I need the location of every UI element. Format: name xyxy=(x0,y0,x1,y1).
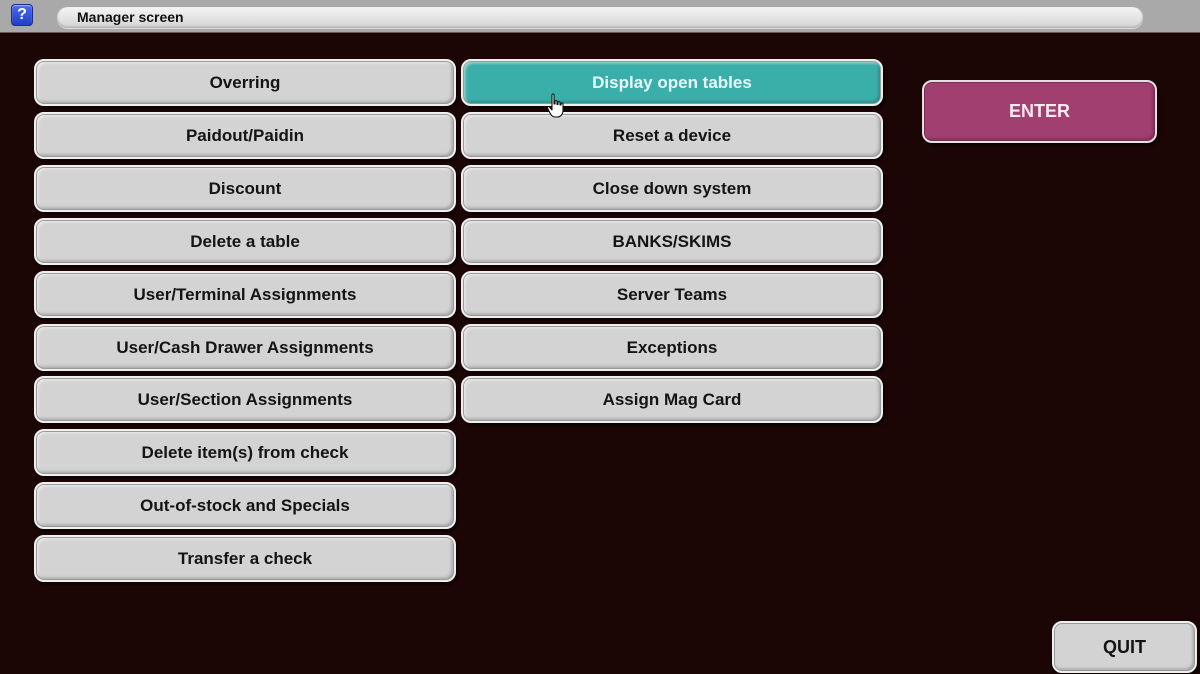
delete-items-from-check-button[interactable]: Delete item(s) from check xyxy=(34,429,456,476)
discount-button[interactable]: Discount xyxy=(34,165,456,212)
user-cash-drawer-assignments-button[interactable]: User/Cash Drawer Assignments xyxy=(34,324,456,371)
exceptions-button[interactable]: Exceptions xyxy=(461,324,883,371)
paidout-paidin-button[interactable]: Paidout/Paidin xyxy=(34,112,456,159)
display-open-tables-button[interactable]: Display open tables xyxy=(461,59,883,106)
out-of-stock-specials-button[interactable]: Out-of-stock and Specials xyxy=(34,482,456,529)
user-section-assignments-button[interactable]: User/Section Assignments xyxy=(34,376,456,423)
overring-button[interactable]: Overring xyxy=(34,59,456,106)
reset-device-button[interactable]: Reset a device xyxy=(461,112,883,159)
user-terminal-assignments-button[interactable]: User/Terminal Assignments xyxy=(34,271,456,318)
question-mark-icon: ? xyxy=(17,6,27,23)
screen-title: Manager screen xyxy=(57,7,1143,28)
close-down-system-button[interactable]: Close down system xyxy=(461,165,883,212)
server-teams-button[interactable]: Server Teams xyxy=(461,271,883,318)
delete-table-button[interactable]: Delete a table xyxy=(34,218,456,265)
help-button[interactable]: ? xyxy=(11,4,33,26)
title-bar: ? Manager screen xyxy=(0,0,1200,33)
banks-skims-button[interactable]: BANKS/SKIMS xyxy=(461,218,883,265)
transfer-check-button[interactable]: Transfer a check xyxy=(34,535,456,582)
assign-mag-card-button[interactable]: Assign Mag Card xyxy=(461,376,883,423)
quit-button[interactable]: QUIT xyxy=(1052,621,1197,673)
enter-button[interactable]: ENTER xyxy=(922,80,1157,143)
